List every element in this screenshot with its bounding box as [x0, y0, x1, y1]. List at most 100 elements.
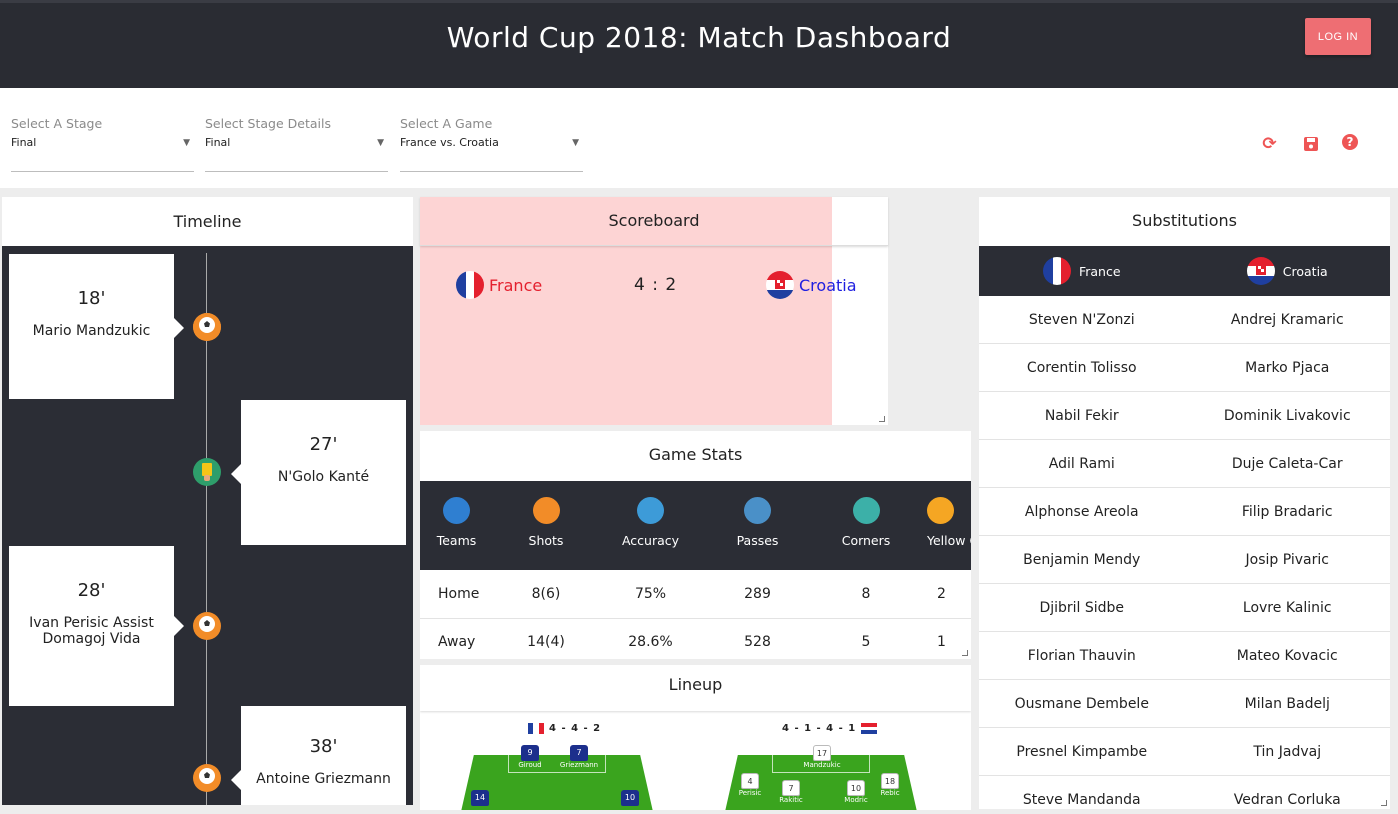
game-stats-panel: Game Stats Teams Shots Accuracy Passes C…	[420, 431, 971, 659]
stage-details-select[interactable]: Select Stage Details Final ▼	[205, 116, 388, 172]
player-name: Modric	[844, 796, 868, 804]
chevron-down-icon: ▼	[183, 138, 190, 148]
stage-details-select-label: Select Stage Details	[205, 116, 331, 131]
player-marker[interactable]: 7 Griezmann	[560, 745, 598, 769]
away-formation: 4 - 1 - 4 - 1	[782, 723, 878, 734]
timeline-event[interactable]: 38' Antoine Griezmann	[231, 706, 406, 805]
player-marker[interactable]: 18 Rebic	[880, 773, 900, 797]
resize-handle[interactable]	[879, 416, 885, 422]
away-sub: Vedran Corluka	[1233, 791, 1341, 808]
player-marker[interactable]: 10	[620, 790, 640, 806]
away-sub: Duje Caleta-Car	[1231, 455, 1343, 472]
away-sub: Tin Jadvaj	[1253, 743, 1322, 760]
home-team-name: France	[489, 275, 543, 295]
refresh-icon[interactable]: ⟳	[1260, 134, 1279, 154]
help-icon[interactable]: ?	[1342, 134, 1358, 150]
away-sub: Mateo Kovacic	[1236, 647, 1338, 664]
away-sub: Milan Badelj	[1244, 695, 1330, 712]
list-item[interactable]: Adil Rami Duje Caleta-Car	[979, 440, 1390, 488]
goal-ball-icon	[193, 612, 221, 640]
resize-handle[interactable]	[962, 650, 968, 656]
game-stats-title: Game Stats	[648, 445, 743, 464]
player-number: 10	[847, 780, 865, 796]
home-sub: Presnel Kimpambe	[1016, 743, 1148, 760]
game-select[interactable]: Select A Game France vs. Croatia ▼	[400, 116, 583, 172]
column-label: Accuracy	[621, 533, 680, 548]
away-sub: Lovre Kalinic	[1242, 599, 1332, 616]
shots-icon	[532, 497, 560, 524]
stats-cell: 2	[919, 570, 971, 619]
timeline-event[interactable]: 28' Ivan Perisic Assist Domagoj Vida	[9, 546, 184, 706]
app-header: World Cup 2018: Match Dashboard LOG IN	[0, 0, 1398, 88]
column-label: Teams	[436, 533, 477, 548]
player-number: 7	[782, 780, 800, 796]
list-item[interactable]: Florian Thauvin Mateo Kovacic	[979, 632, 1390, 680]
column-label: Yellow Cards	[927, 533, 971, 548]
list-item[interactable]: Steve Mandanda Vedran Corluka	[979, 776, 1390, 809]
list-item[interactable]: Benjamin Mendy Josip Pivaric	[979, 536, 1390, 584]
yellow-card-icon	[927, 497, 954, 524]
away-sub: Andrej Kramaric	[1230, 311, 1344, 328]
timeline-title: Timeline	[2, 197, 413, 246]
list-item[interactable]: Steven N'Zonzi Andrej Kramaric	[979, 296, 1390, 344]
stats-cell: Away	[420, 618, 493, 659]
match-score: 4 : 2	[634, 275, 678, 295]
table-row[interactable]: Home 8(6) 75% 289 8 2	[420, 570, 971, 619]
stats-cell: 75%	[599, 570, 702, 619]
stats-col-teams: Teams	[420, 481, 493, 570]
login-button[interactable]: LOG IN	[1305, 18, 1371, 55]
player-number: 14	[471, 790, 489, 806]
subs-away-team: Croatia	[1282, 263, 1328, 279]
stats-cell: 8(6)	[493, 570, 599, 619]
stage-select[interactable]: Select A Stage Final ▼	[11, 116, 194, 172]
list-item[interactable]: Ousmane Dembele Milan Badelj	[979, 680, 1390, 728]
home-team[interactable]: France	[456, 271, 542, 299]
home-sub: Ousmane Dembele	[1014, 695, 1149, 712]
event-text: Antoine Griezmann	[256, 771, 391, 787]
lineup-panel: Lineup 4 - 4 - 2 4 - 1 - 4 - 1 9 Giroud …	[420, 665, 971, 810]
page-title: World Cup 2018: Match Dashboard	[446, 21, 952, 54]
player-marker[interactable]: 4 Perisic	[739, 773, 761, 797]
save-icon[interactable]	[1301, 134, 1320, 153]
france-flag-icon	[456, 271, 484, 299]
chevron-down-icon: ▼	[377, 138, 384, 148]
list-item[interactable]: Alphonse Areola Filip Bradaric	[979, 488, 1390, 536]
list-item[interactable]: Nabil Fekir Dominik Livakovic	[979, 392, 1390, 440]
stage-select-value: Final	[11, 136, 37, 149]
stats-cell: 289	[702, 570, 813, 619]
home-formation: 4 - 4 - 2	[528, 723, 601, 734]
away-team-name: Croatia	[799, 275, 857, 295]
player-marker[interactable]: 7 Rakitic	[779, 780, 803, 804]
home-sub: Benjamin Mendy	[1023, 551, 1141, 568]
home-sub: Alphonse Areola	[1024, 503, 1139, 520]
stats-col-passes: Passes	[702, 481, 813, 570]
passes-icon	[744, 497, 771, 524]
player-marker[interactable]: 14	[470, 790, 490, 806]
away-sub: Filip Bradaric	[1241, 503, 1333, 520]
toolbar: ⟳ ?	[1260, 134, 1358, 154]
player-name: Giroud	[518, 761, 542, 769]
event-minute: 27'	[309, 434, 338, 455]
teams-icon	[443, 497, 470, 524]
home-sub: Adil Rami	[1048, 455, 1115, 472]
player-marker[interactable]: 17 Mandzukic	[803, 745, 841, 769]
resize-handle[interactable]	[1381, 800, 1387, 806]
filter-bar: Select A Stage Final ▼ Select Stage Deta…	[0, 88, 1398, 188]
game-select-label: Select A Game	[400, 116, 493, 131]
timeline-event[interactable]: 27' N'Golo Kanté	[231, 400, 406, 545]
game-select-value: France vs. Croatia	[400, 136, 499, 149]
player-name: Rebic	[880, 789, 900, 797]
table-row[interactable]: Away 14(4) 28.6% 528 5 1	[420, 618, 971, 659]
timeline-event[interactable]: 18' Mario Mandzukic	[9, 254, 184, 399]
player-name: Rakitic	[779, 796, 803, 804]
away-team[interactable]: Croatia	[766, 271, 857, 299]
list-item[interactable]: Presnel Kimpambe Tin Jadvaj	[979, 728, 1390, 776]
list-item[interactable]: Corentin Tolisso Marko Pjaca	[979, 344, 1390, 392]
subs-col-home: France	[979, 246, 1185, 296]
list-item[interactable]: Djibril Sidbe Lovre Kalinic	[979, 584, 1390, 632]
player-marker[interactable]: 10 Modric	[844, 780, 868, 804]
stats-col-corners: Corners	[813, 481, 919, 570]
player-marker[interactable]: 9 Giroud	[518, 745, 542, 769]
home-sub: Djibril Sidbe	[1039, 599, 1125, 616]
stats-cell: 5	[813, 618, 919, 659]
